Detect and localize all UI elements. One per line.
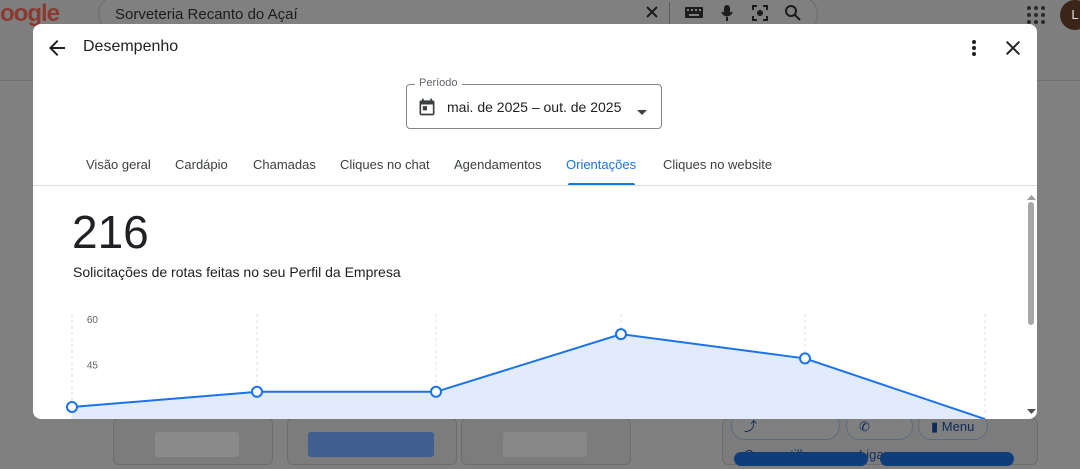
tab-orientacoes[interactable]: Orientações (566, 157, 636, 172)
search-divider (669, 2, 670, 24)
data-point (615, 328, 627, 341)
metric-description: Solicitações de rotas feitas no seu Perf… (73, 264, 401, 280)
menu-book-icon: ▮ (931, 419, 939, 434)
back-arrow-icon[interactable] (45, 36, 69, 60)
series-area (72, 334, 985, 419)
action-button[interactable] (880, 452, 1014, 466)
tabs-divider (33, 185, 1037, 186)
period-value: mai. de 2025 – out. de 2025 (447, 99, 622, 115)
dropdown-arrow-icon (637, 103, 647, 115)
performance-dialog: Desempenho Período mai. de 2025 – out. d… (33, 24, 1037, 419)
tab-cliques-no-chat[interactable]: Cliques no chat (340, 157, 430, 172)
close-icon[interactable] (1001, 36, 1025, 60)
apps-grid-icon[interactable] (1027, 6, 1045, 24)
y-tick-label: 45 (87, 361, 99, 372)
more-vert-icon[interactable] (962, 36, 986, 60)
data-point (66, 400, 78, 413)
scroll-up-arrow-icon[interactable] (1027, 194, 1036, 200)
phone-icon: ✆ (859, 419, 870, 434)
period-label: Período (415, 77, 462, 89)
tab-chamadas[interactable]: Chamadas (253, 157, 316, 172)
photo-thumbnail (308, 432, 434, 457)
metric-total: 216 (72, 206, 149, 258)
period-selector[interactable]: Período mai. de 2025 – out. de 2025 (406, 77, 662, 129)
directions-chart: 604530 (66, 314, 986, 419)
photo-thumbnail (155, 432, 239, 457)
scroll-thumb[interactable] (1028, 202, 1034, 325)
keyboard-icon[interactable] (684, 4, 704, 25)
data-point (251, 385, 263, 398)
tab-cliques-no-website[interactable]: Cliques no website (663, 157, 772, 172)
share-icon: ⤴ (744, 419, 758, 434)
search-input[interactable]: Sorveteria Recanto do Açaí (115, 6, 298, 23)
metric-tabs: Visão geral Cardápio Chamadas Cliques no… (33, 148, 1037, 186)
clear-icon[interactable] (644, 4, 660, 25)
tab-cardapio[interactable]: Cardápio (175, 157, 228, 172)
tab-visao-geral[interactable]: Visão geral (86, 157, 151, 172)
menu-chip-label: Menu (941, 419, 975, 434)
scrollbar[interactable] (1027, 194, 1036, 419)
data-point (799, 352, 811, 365)
logo-text: oogle (0, 0, 60, 27)
dialog-title: Desempenho (83, 38, 179, 55)
photo-thumbnail (503, 432, 587, 457)
calendar-icon (417, 97, 437, 117)
action-button[interactable] (734, 452, 868, 466)
data-point (430, 385, 442, 398)
scroll-down-arrow-icon[interactable] (1027, 409, 1036, 415)
y-tick-label: 60 (87, 315, 99, 326)
tab-agendamentos[interactable]: Agendamentos (454, 157, 541, 172)
